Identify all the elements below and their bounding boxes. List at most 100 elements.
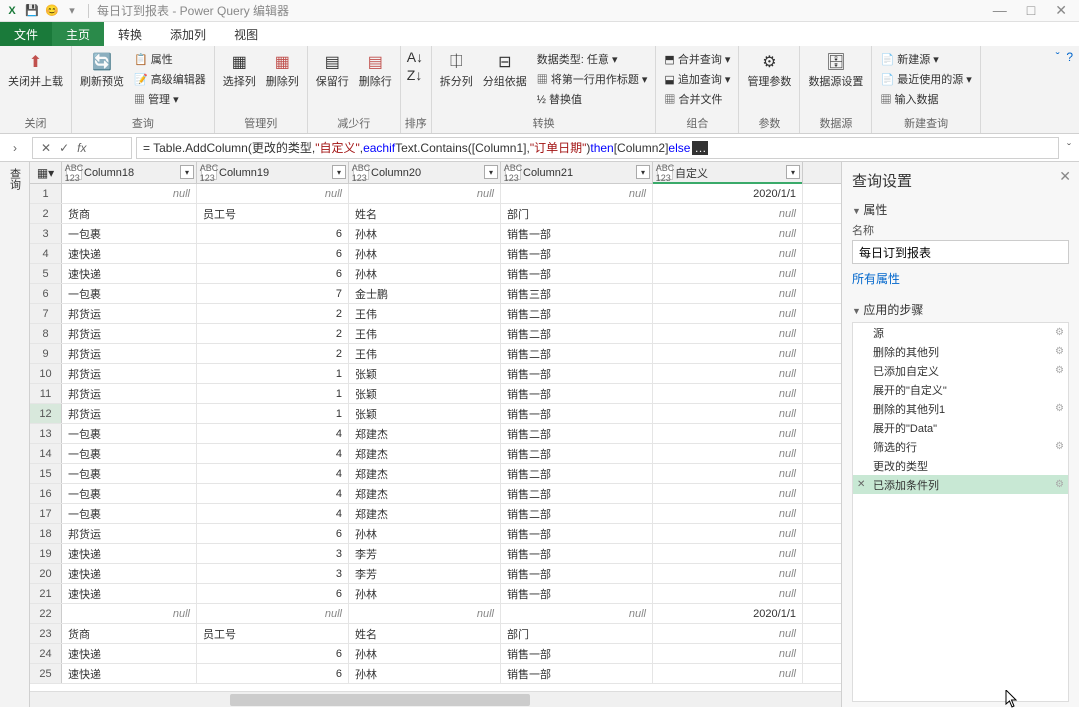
cell[interactable]: 姓名 <box>349 624 501 643</box>
properties-section-header[interactable]: 属性 <box>852 201 1069 218</box>
all-properties-link[interactable]: 所有属性 <box>852 270 900 287</box>
filter-dropdown-icon[interactable]: ▾ <box>786 165 800 179</box>
type-icon[interactable]: ABC123 <box>505 166 521 180</box>
cell[interactable]: 一包裹 <box>62 464 197 483</box>
cell[interactable]: 张颖 <box>349 364 501 383</box>
cell[interactable]: null <box>653 384 803 403</box>
fx-icon[interactable]: fx <box>77 141 86 155</box>
cell[interactable]: null <box>501 604 653 623</box>
cell[interactable]: 销售一部 <box>501 404 653 423</box>
type-icon[interactable]: ABC123 <box>201 166 217 180</box>
applied-step[interactable]: 筛选的行⚙ <box>853 437 1068 456</box>
cell[interactable]: 速快递 <box>62 244 197 263</box>
cell[interactable]: 部门 <box>501 624 653 643</box>
cell[interactable]: null <box>62 184 197 203</box>
row-header[interactable]: 8 <box>30 324 62 343</box>
column-header-21[interactable]: ABC123 Column21 ▾ <box>501 162 653 183</box>
cell[interactable]: null <box>653 644 803 663</box>
row-header[interactable]: 10 <box>30 364 62 383</box>
gear-icon[interactable]: ⚙ <box>1055 327 1064 338</box>
applied-step[interactable]: 删除的其他列⚙ <box>853 342 1068 361</box>
append-queries-item[interactable]: ⬓ 追加查询 ▾ <box>662 70 732 88</box>
table-row[interactable]: 6一包裹7金士鹏销售三部null <box>30 284 841 304</box>
select-all-corner[interactable]: ▦▾ <box>30 162 62 183</box>
cell[interactable]: 一包裹 <box>62 444 197 463</box>
cell[interactable]: 7 <box>197 284 349 303</box>
cell[interactable]: 销售一部 <box>501 584 653 603</box>
horizontal-scrollbar[interactable] <box>30 691 841 707</box>
cell[interactable]: 销售一部 <box>501 264 653 283</box>
cell[interactable]: null <box>653 464 803 483</box>
query-name-input[interactable] <box>852 240 1069 264</box>
close-button[interactable]: ✕ <box>1055 2 1067 19</box>
row-header[interactable]: 12 <box>30 404 62 423</box>
cell[interactable]: 销售一部 <box>501 544 653 563</box>
row-header[interactable]: 21 <box>30 584 62 603</box>
cell[interactable]: 孙林 <box>349 524 501 543</box>
tab-transform[interactable]: 转换 <box>104 22 156 46</box>
type-icon[interactable]: ABC123 <box>66 166 82 180</box>
cell[interactable]: 金士鹏 <box>349 284 501 303</box>
cell[interactable]: 孙林 <box>349 584 501 603</box>
manage-item[interactable]: ▦ 管理 ▾ <box>132 90 208 108</box>
row-header[interactable]: 16 <box>30 484 62 503</box>
remove-columns-button[interactable]: ▦删除列 <box>262 48 303 91</box>
new-source-item[interactable]: 📄 新建源 ▾ <box>878 50 973 68</box>
column-header-20[interactable]: ABC123 Column20 ▾ <box>349 162 501 183</box>
cell[interactable]: 6 <box>197 664 349 683</box>
table-row[interactable]: 21速快递6孙林销售一部null <box>30 584 841 604</box>
gear-icon[interactable]: ⚙ <box>1055 441 1064 452</box>
cell[interactable]: null <box>653 484 803 503</box>
gear-icon[interactable]: ⚙ <box>1055 479 1064 490</box>
row-header[interactable]: 25 <box>30 664 62 683</box>
cell[interactable]: 4 <box>197 424 349 443</box>
cell[interactable]: null <box>653 404 803 423</box>
cell[interactable]: 邦货运 <box>62 324 197 343</box>
cell[interactable]: 销售一部 <box>501 224 653 243</box>
table-row[interactable]: 23货商员工号姓名部门null <box>30 624 841 644</box>
advanced-editor-item[interactable]: 📝 高级编辑器 <box>132 70 208 88</box>
cell[interactable]: 销售一部 <box>501 384 653 403</box>
cell[interactable]: 王伟 <box>349 324 501 343</box>
table-row[interactable]: 3一包裹6孙林销售一部null <box>30 224 841 244</box>
cell[interactable]: null <box>653 444 803 463</box>
cell[interactable]: 孙林 <box>349 644 501 663</box>
table-row[interactable]: 4速快递6孙林销售一部null <box>30 244 841 264</box>
filter-dropdown-icon[interactable]: ▾ <box>332 165 346 179</box>
qat-dropdown-icon[interactable]: ▾ <box>64 3 80 19</box>
refresh-preview-button[interactable]: 🔄 刷新预览 <box>76 48 128 91</box>
cell[interactable]: 姓名 <box>349 204 501 223</box>
cell[interactable]: 速快递 <box>62 264 197 283</box>
cancel-formula-icon[interactable]: ✕ <box>41 141 51 155</box>
table-row[interactable]: 11邦货运1张颖销售一部null <box>30 384 841 404</box>
cell[interactable]: 邦货运 <box>62 384 197 403</box>
table-row[interactable]: 2货商员工号姓名部门null <box>30 204 841 224</box>
cell[interactable]: 速快递 <box>62 564 197 583</box>
cell[interactable]: 张颖 <box>349 404 501 423</box>
table-row[interactable]: 16一包裹4郑建杰销售二部null <box>30 484 841 504</box>
row-header[interactable]: 11 <box>30 384 62 403</box>
cell[interactable]: 1 <box>197 384 349 403</box>
recent-sources-item[interactable]: 📄 最近使用的源 ▾ <box>878 70 973 88</box>
datasource-settings-button[interactable]: 🗄数据源设置 <box>804 48 867 91</box>
applied-step[interactable]: 源⚙ <box>853 323 1068 342</box>
row-header[interactable]: 14 <box>30 444 62 463</box>
type-icon[interactable]: ABC123 <box>657 166 673 180</box>
minimize-button[interactable]: — <box>993 2 1007 19</box>
table-row[interactable]: 20速快递3李芳销售一部null <box>30 564 841 584</box>
cell[interactable]: null <box>653 284 803 303</box>
merge-queries-item[interactable]: ⬒ 合并查询 ▾ <box>662 50 732 68</box>
cell[interactable]: 速快递 <box>62 584 197 603</box>
applied-step[interactable]: 已添加自定义⚙ <box>853 361 1068 380</box>
column-header-18[interactable]: ABC123 Column18 ▾ <box>62 162 197 183</box>
cell[interactable]: 销售一部 <box>501 664 653 683</box>
cell[interactable]: 一包裹 <box>62 284 197 303</box>
cell[interactable]: 速快递 <box>62 644 197 663</box>
cell[interactable]: null <box>653 264 803 283</box>
cell[interactable]: 销售一部 <box>501 524 653 543</box>
applied-step[interactable]: 删除的其他列1⚙ <box>853 399 1068 418</box>
cell[interactable]: 王伟 <box>349 304 501 323</box>
cell[interactable]: null <box>653 524 803 543</box>
cell[interactable]: 4 <box>197 464 349 483</box>
tab-view[interactable]: 视图 <box>220 22 272 46</box>
